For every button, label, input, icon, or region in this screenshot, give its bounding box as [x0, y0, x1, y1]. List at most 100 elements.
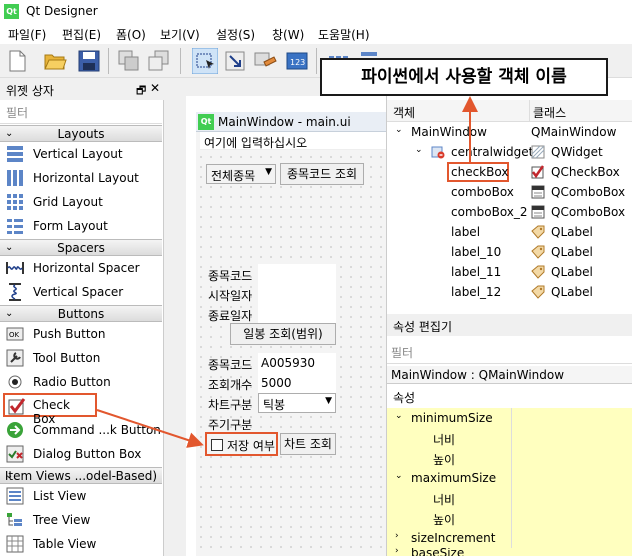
property-editor-header: 속성 편집기	[387, 314, 632, 336]
widget-command-link-button[interactable]: Command ...k Button	[0, 418, 162, 442]
category-layouts[interactable]: ⌄ Layouts	[0, 125, 162, 142]
edit-buddies-icon[interactable]	[252, 48, 278, 74]
menu-file[interactable]: 파일(F)	[8, 26, 46, 43]
widget-horizontal-layout[interactable]: Horizontal Layout	[0, 166, 162, 190]
form-layout-icon	[7, 219, 23, 234]
new-file-icon[interactable]	[4, 48, 30, 74]
menu-form[interactable]: 폼(O)	[116, 26, 146, 43]
push-button-icon: OK	[6, 327, 24, 341]
combo-all-stocks[interactable]: 전체종목 ▼	[206, 164, 276, 184]
menu-window[interactable]: 창(W)	[272, 26, 304, 43]
edit-signals-icon[interactable]	[222, 48, 248, 74]
menu-edit[interactable]: 편집(E)	[62, 26, 101, 43]
save-icon[interactable]	[76, 48, 102, 74]
radio-button-icon	[8, 375, 22, 389]
widget-vertical-layout[interactable]: Vertical Layout	[0, 142, 162, 166]
widget-check-box[interactable]: Check Box	[3, 393, 97, 426]
tree-row-mainwindow[interactable]: ⌄ MainWindow QMainWindow	[387, 122, 632, 142]
bring-to-front-icon[interactable]	[146, 48, 172, 74]
prop-sizeincrement[interactable]: › sizeIncrement	[387, 528, 632, 548]
widget-dialog-button-box[interactable]: Dialog Button Box	[0, 442, 162, 466]
close-icon[interactable]: ✕	[150, 81, 160, 95]
label-tag-icon	[531, 265, 545, 279]
label-chart-type: 차트구분	[208, 398, 253, 412]
tab-order-icon[interactable]: 123	[284, 48, 310, 74]
chevron-down-icon: ⌄	[5, 128, 14, 139]
widget-icon	[531, 145, 545, 159]
menu-settings[interactable]: 설정(S)	[216, 26, 255, 43]
property-editor-panel: 속성 편집기 필터 MainWindow : QMainWindow 속성 ⌄ …	[386, 314, 632, 556]
svg-text:123: 123	[290, 58, 305, 67]
prop-minimumsize-height[interactable]: 높이	[387, 448, 632, 468]
tree-row-label-10[interactable]: label_10 QLabel	[387, 242, 632, 262]
chevron-down-icon: ⌄	[395, 411, 403, 421]
label-tag-icon	[531, 285, 545, 299]
widget-radio-button[interactable]: Radio Button	[0, 370, 162, 394]
property-editor-title: 속성 편집기	[393, 320, 453, 334]
btn-daily-search[interactable]: 일봉 조회(범위)	[230, 323, 336, 345]
menu-view[interactable]: 보기(V)	[160, 26, 200, 43]
btn-chart-search[interactable]: 차트 조회	[280, 433, 336, 455]
prop-basesize[interactable]: › baseSize	[387, 548, 632, 556]
widget-list-view[interactable]: List View	[0, 484, 162, 508]
chevron-down-icon: ⌄	[395, 125, 403, 135]
widget-push-button[interactable]: OK Push Button	[0, 322, 162, 346]
widget-box-title: 위젯 상자	[6, 84, 54, 98]
prop-maximumsize-width[interactable]: 너비	[387, 488, 632, 508]
widget-filter-input[interactable]: 필터	[0, 100, 162, 124]
float-icon[interactable]: 🗗	[136, 82, 146, 101]
widget-table-view[interactable]: Table View	[0, 532, 162, 556]
form-title: MainWindow - main.ui	[218, 115, 351, 129]
input-code[interactable]	[258, 264, 336, 284]
widget-tool-button[interactable]: Tool Button	[0, 346, 162, 370]
chevron-down-icon: ▼	[265, 167, 272, 177]
label-count: 조회개수	[208, 378, 253, 392]
tree-row-combobox-2[interactable]: comboBox_2 QComboBox	[387, 202, 632, 222]
edit-widgets-icon[interactable]	[192, 48, 218, 74]
chevron-down-icon: ⌄	[5, 470, 14, 481]
category-item-views[interactable]: ⌄ Item Views ...odel-Based)	[0, 467, 162, 484]
checkbox-save[interactable]: 저장 여부	[205, 432, 278, 456]
check-box-icon	[8, 398, 26, 415]
tree-row-label-12[interactable]: label_12 QLabel	[387, 282, 632, 302]
input-end-date[interactable]	[258, 304, 336, 324]
widget-form-layout[interactable]: Form Layout	[0, 214, 162, 238]
input-start-date[interactable]	[258, 284, 336, 304]
arrow-right-icon	[7, 422, 23, 438]
object-inspector-header: 객체 클래스	[387, 100, 632, 122]
widget-tree-view[interactable]: Tree View	[0, 508, 162, 532]
category-buttons[interactable]: ⌄ Buttons	[0, 305, 162, 322]
prop-minimumsize-width[interactable]: 너비	[387, 428, 632, 448]
widget-box-panel: 위젯 상자 🗗 ✕ 필터 ⌄ Layouts Vertical Layout Ho…	[0, 78, 164, 556]
input-code-2[interactable]: A005930	[258, 353, 336, 373]
input-count[interactable]: 5000	[258, 373, 336, 393]
property-header-row: 속성	[393, 391, 416, 405]
combo-chart-type[interactable]: 틱봉 ▼	[258, 393, 336, 413]
tree-row-label[interactable]: label QLabel	[387, 222, 632, 242]
prop-maximumsize-height[interactable]: 높이	[387, 508, 632, 528]
col-object: 객체	[393, 106, 416, 120]
window-title: Qt Designer	[26, 4, 98, 18]
tree-row-label-11[interactable]: label_11 QLabel	[387, 262, 632, 282]
widget-vertical-spacer[interactable]: Vertical Spacer	[0, 280, 162, 304]
tree-row-checkbox[interactable]: checkBox QCheckBox	[387, 162, 632, 182]
property-filter-input[interactable]: 필터	[387, 338, 632, 364]
widget-horizontal-spacer[interactable]: Horizontal Spacer	[0, 256, 162, 280]
tree-row-centralwidget[interactable]: ⌄ centralwidget QWidget	[387, 142, 632, 162]
tree-row-combobox[interactable]: comboBox QComboBox	[387, 182, 632, 202]
prop-maximumsize[interactable]: ⌄ maximumSize	[387, 468, 632, 488]
widget-grid-layout[interactable]: Grid Layout	[0, 190, 162, 214]
open-folder-icon[interactable]	[42, 48, 68, 74]
combo-box-icon	[531, 205, 545, 219]
prop-minimumsize[interactable]: ⌄ minimumSize	[387, 408, 632, 428]
send-to-back-icon[interactable]	[116, 48, 142, 74]
callout-box: 파이썬에서 사용할 객체 이름	[320, 58, 608, 96]
horizontal-layout-icon	[7, 170, 23, 186]
category-spacers[interactable]: ⌄ Spacers	[0, 239, 162, 256]
form-menu-bar[interactable]: 여기에 입력하십시오	[200, 132, 386, 150]
tool-button-icon	[6, 349, 24, 367]
table-view-icon	[6, 535, 24, 553]
label-tag-icon	[531, 225, 545, 239]
btn-code-search[interactable]: 종목코드 조회	[280, 163, 364, 185]
menu-help[interactable]: 도움말(H)	[318, 26, 370, 43]
